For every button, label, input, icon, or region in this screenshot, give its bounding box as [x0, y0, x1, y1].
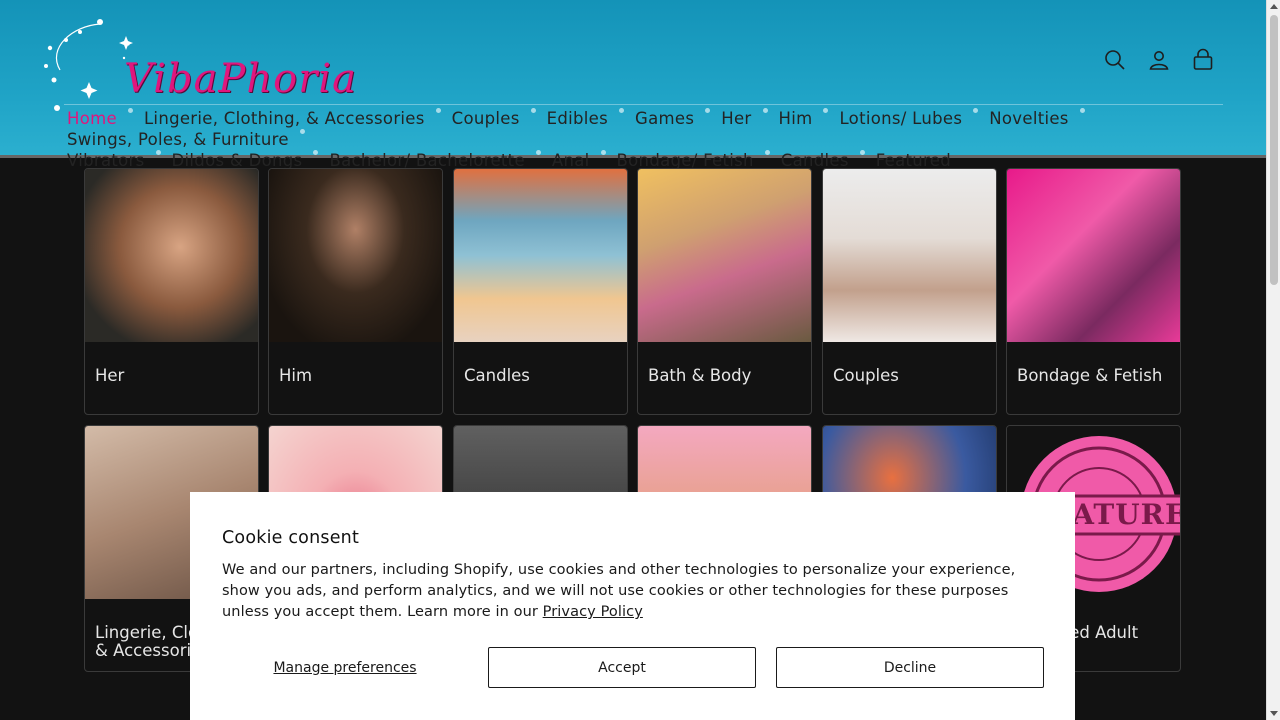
nav-separator-dot: [973, 108, 979, 113]
nav-separator-dot: [155, 150, 161, 155]
collection-image: [269, 169, 442, 342]
main-navigation: Home Lingerie, Clothing, & Accessories Cou…: [67, 108, 1217, 171]
nav-separator-dot: [823, 108, 829, 113]
collection-card[interactable]: Couples: [822, 168, 997, 415]
nav-item-label: Novelties: [989, 109, 1069, 128]
collection-image: [823, 169, 996, 342]
cookie-actions: Manage preferences Accept Decline: [222, 647, 1044, 688]
nav-separator-dot: [764, 150, 770, 155]
collection-card[interactable]: Bondage & Fetish: [1006, 168, 1181, 415]
site-logo[interactable]: VibaPhoria: [42, 18, 356, 113]
nav-item-9[interactable]: Swings, Poles, & Furniture: [67, 129, 289, 150]
nav-separator-dot: [1079, 108, 1085, 113]
collection-title: Bath & Body: [648, 366, 752, 385]
scroll-thumb[interactable]: [1270, 15, 1278, 285]
nav-item-3[interactable]: Edibles: [547, 108, 608, 129]
collection-image: [454, 169, 627, 342]
nav-item-1[interactable]: Lingerie, Clothing, & Accessories: [144, 108, 425, 129]
collection-card[interactable]: Candles: [453, 168, 628, 415]
nav-item-8[interactable]: Novelties: [989, 108, 1068, 129]
collection-title: Candles: [464, 366, 530, 385]
cookie-title: Cookie consent: [222, 528, 360, 548]
nav-separator-dot: [530, 108, 536, 113]
collection-card[interactable]: Him: [268, 168, 443, 415]
nav-item-label: Her: [721, 109, 752, 128]
cookie-message: We and our partners, including Shopify, …: [222, 560, 1043, 623]
collection-card[interactable]: Her: [84, 168, 259, 415]
nav-separator-dot: [762, 108, 768, 113]
nav-item-label: Home: [67, 109, 117, 128]
nav-separator-dot: [127, 108, 133, 113]
scroll-down-arrow-icon[interactable]: [1270, 711, 1278, 716]
search-icon[interactable]: [1102, 44, 1128, 76]
nav-item-label: Couples: [451, 109, 520, 128]
cookie-consent-dialog: Cookie consent We and our partners, incl…: [190, 492, 1075, 720]
nav-separator-dot: [435, 108, 441, 113]
collection-title: Bondage & Fetish: [1017, 366, 1163, 385]
nav-item-label: Lotions/ Lubes: [839, 109, 963, 128]
cart-icon[interactable]: [1190, 44, 1216, 76]
nav-separator-dot: [705, 108, 711, 113]
scroll-up-arrow-icon[interactable]: [1270, 4, 1278, 9]
header-actions: [1102, 44, 1216, 76]
decline-button[interactable]: Decline: [776, 647, 1044, 688]
nav-item-label: Edibles: [546, 109, 609, 128]
collection-card[interactable]: Bath & Body: [637, 168, 812, 415]
nav-separator-dot: [859, 150, 865, 155]
nav-item-7[interactable]: Lotions/ Lubes: [839, 108, 962, 129]
nav-item-2[interactable]: Couples: [452, 108, 520, 129]
page-scrollbar[interactable]: [1266, 0, 1280, 720]
logo-wordmark: VibaPhoria: [124, 56, 357, 102]
header-divider: [64, 104, 1223, 105]
nav-item-4[interactable]: Games: [635, 108, 694, 129]
collection-image: [638, 169, 811, 342]
nav-item-6[interactable]: Him: [779, 108, 813, 129]
nav-item-label: Him: [778, 109, 813, 128]
nav-item-0[interactable]: Home: [67, 108, 117, 129]
nav-item-label: Lingerie, Clothing, & Accessories: [143, 109, 425, 128]
manage-preferences-button[interactable]: Manage preferences: [222, 647, 468, 688]
site-header: VibaPhoria Home Lingerie, Clothing, & Acc…: [0, 0, 1266, 170]
collection-image: [85, 169, 258, 342]
nav-item-label: Games: [635, 109, 695, 128]
nav-separator-dot: [535, 150, 541, 155]
nav-item-5[interactable]: Her: [721, 108, 751, 129]
account-icon[interactable]: [1146, 44, 1172, 76]
collection-title: Her: [95, 366, 125, 385]
privacy-policy-link[interactable]: Privacy Policy: [543, 604, 643, 620]
collection-title: Couples: [833, 366, 899, 385]
nav-separator-dot: [619, 108, 625, 113]
nav-separator-dot: [600, 150, 606, 155]
nav-separator-dot: [299, 129, 305, 134]
nav-separator-dot: [313, 150, 319, 155]
collection-image: [1007, 169, 1180, 342]
collection-title: Him: [279, 366, 313, 385]
nav-item-label: Swings, Poles, & Furniture: [67, 130, 289, 149]
accept-button[interactable]: Accept: [488, 647, 756, 688]
